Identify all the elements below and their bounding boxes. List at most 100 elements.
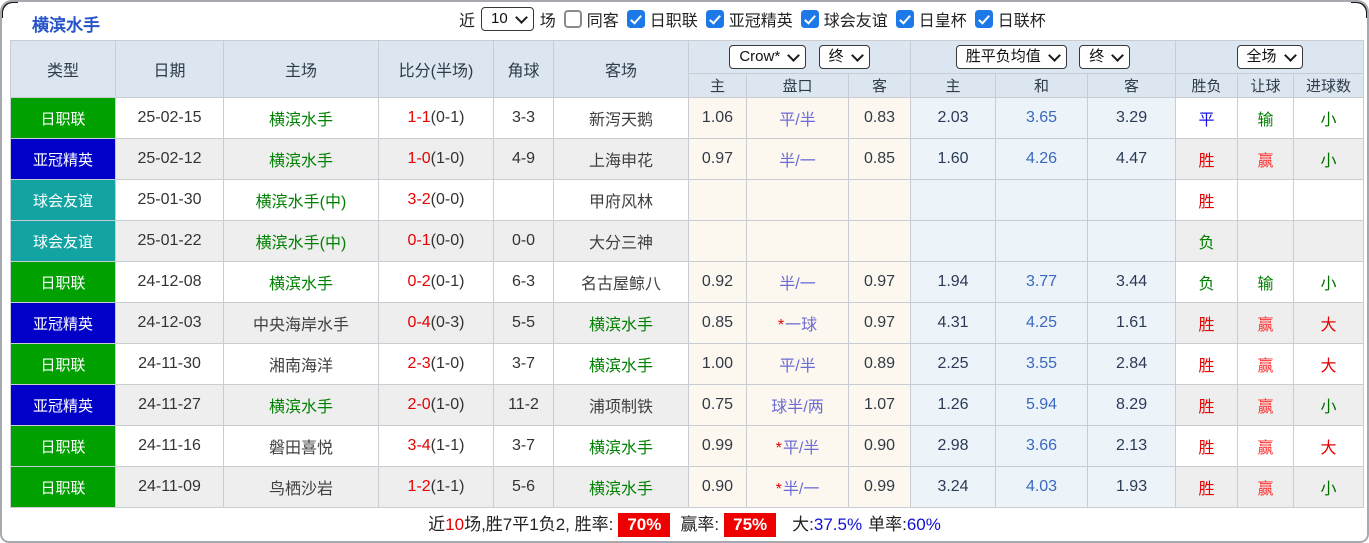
goals-cell: 小 <box>1293 466 1365 508</box>
away-team-cell: 上海申花 <box>553 138 689 180</box>
fulltime-score: 2-0 <box>407 396 431 413</box>
corners-cell: 3-7 <box>493 425 554 467</box>
match-count-value: 10 <box>491 10 508 27</box>
odds-time-select[interactable]: 终 <box>818 45 870 69</box>
home-odds-cell: 0.85 <box>688 302 747 344</box>
league-label: 日皇杯 <box>918 13 967 30</box>
league-label: 日联杯 <box>997 13 1046 30</box>
match-row: 球会友谊 25-01-30 横滨水手(中) 3-2(0-0) 甲府风林胜 <box>10 179 1365 221</box>
avg-away-cell: 1.93 <box>1087 466 1177 508</box>
outcome-cell: 胜 <box>1175 302 1239 344</box>
home-team-cell: 横滨水手(中) <box>223 179 379 221</box>
away-team-cell: 横滨水手 <box>553 343 689 385</box>
handicap-cell: *半/一 <box>746 466 849 508</box>
handicap-value: 平/半 <box>779 112 816 129</box>
corners-cell: 0-0 <box>493 220 554 262</box>
halftime-score: (0-1) <box>430 109 465 126</box>
chevron-down-icon <box>1283 48 1297 62</box>
handicap-value: 半/一 <box>782 481 820 498</box>
avg-away-cell: 1.61 <box>1087 302 1177 344</box>
single-rate-value: 60% <box>906 515 941 534</box>
date-cell: 24-11-27 <box>115 384 224 426</box>
goals-cell <box>1293 179 1365 221</box>
avg-source-value: 胜平负均值 <box>965 48 1041 65</box>
corners-cell: 6-3 <box>493 261 554 303</box>
avg-home-cell: 1.60 <box>910 138 997 180</box>
handicap-result-cell <box>1237 179 1295 221</box>
avg-time-select[interactable]: 终 <box>1079 45 1131 69</box>
avg-draw-cell: 3.77 <box>995 261 1089 303</box>
handicap-rate-label: 赢率: <box>680 515 720 534</box>
outcome-cell: 胜 <box>1175 343 1239 385</box>
table-header: 类型 日期 主场 比分(半场) 角球 客场 Crow* 终 胜平负均值 终 全场 <box>10 40 1365 98</box>
col-header-avg-home: 主 <box>910 73 997 98</box>
fulltime-score: 0-1 <box>407 232 431 249</box>
handicap-result-cell: 输 <box>1237 261 1295 303</box>
league-checkbox[interactable] <box>974 10 993 28</box>
outcome-cell: 胜 <box>1175 425 1239 467</box>
home-team-cell: 横滨水手 <box>223 384 379 426</box>
handicap-result-cell: 输 <box>1237 97 1295 139</box>
avg-home-cell: 2.03 <box>910 97 997 139</box>
result-group-header: 全场 <box>1175 40 1365 74</box>
col-header-goals: 进球数 <box>1293 73 1365 98</box>
league-checkbox[interactable] <box>705 10 724 28</box>
col-header-avg-away: 客 <box>1087 73 1177 98</box>
league-type-cell: 日职联 <box>10 425 116 467</box>
home-odds-cell: 0.99 <box>688 425 747 467</box>
odds-group-header: Crow* 终 <box>687 40 912 74</box>
fulltime-score: 0-2 <box>407 273 431 290</box>
avg-source-select[interactable]: 胜平负均值 <box>955 45 1067 69</box>
league-filter-group: 日职联 亚冠精英 球会友谊 日皇杯 日联杯 <box>621 7 1048 31</box>
avg-draw-cell: 4.26 <box>995 138 1089 180</box>
col-header-type: 类型 <box>10 40 116 98</box>
corners-cell: 3-7 <box>493 343 554 385</box>
league-checkbox[interactable] <box>895 10 914 28</box>
home-team-cell: 鸟栖沙岩 <box>223 466 379 508</box>
outcome-cell: 胜 <box>1175 466 1239 508</box>
chevron-down-icon <box>787 48 801 62</box>
league-type-cell: 日职联 <box>10 343 116 385</box>
avg-draw-cell: 3.66 <box>995 425 1089 467</box>
handicap-result-cell: 赢 <box>1237 425 1295 467</box>
scope-select[interactable]: 全场 <box>1236 45 1303 69</box>
league-checkbox[interactable] <box>626 10 645 28</box>
handicap-value: 平/半 <box>779 358 816 375</box>
away-team-cell: 名古屋鲸八 <box>553 261 689 303</box>
score-cell: 1-1(0-1) <box>378 97 494 139</box>
away-odds-cell: 0.85 <box>847 138 912 180</box>
handicap-rate-badge: 75% <box>724 513 777 537</box>
league-type-cell: 球会友谊 <box>10 220 116 262</box>
league-type-cell: 日职联 <box>10 466 116 508</box>
avg-draw-cell: 3.65 <box>995 97 1089 139</box>
single-rate-label: 单率: <box>868 515 907 534</box>
away-odds-cell: 0.83 <box>847 97 912 139</box>
halftime-score: (1-1) <box>430 478 465 495</box>
goals-cell: 大 <box>1293 343 1365 385</box>
match-history-table: 类型 日期 主场 比分(半场) 角球 客场 Crow* 终 胜平负均值 终 全场 <box>10 40 1365 508</box>
fulltime-score: 1-2 <box>407 478 431 495</box>
avg-away-cell: 2.13 <box>1087 425 1177 467</box>
halftime-score: (0-3) <box>430 314 465 331</box>
goals-cell <box>1293 220 1365 262</box>
date-cell: 24-12-08 <box>115 261 224 303</box>
date-cell: 25-02-12 <box>115 138 224 180</box>
odds-source-select[interactable]: Crow* <box>729 45 807 69</box>
match-count-select[interactable]: 10 <box>481 7 534 31</box>
avg-draw-cell: 3.55 <box>995 343 1089 385</box>
handicap-value: 半/一 <box>779 276 816 293</box>
corners-cell: 4-9 <box>493 138 554 180</box>
league-checkbox[interactable] <box>800 10 819 28</box>
home-team-cell: 磐田喜悦 <box>223 425 379 467</box>
match-row: 日职联 24-11-09 鸟栖沙岩 1-2(1-1) 5-6 横滨水手 0.90 *半/一 0.… <box>10 466 1365 508</box>
avg-home-cell: 2.25 <box>910 343 997 385</box>
outcome-cell: 胜 <box>1175 138 1239 180</box>
match-row: 日职联 24-11-30 湘南海洋 2-3(1-0) 3-7 横滨水手 1.00 平/半 0.8… <box>10 343 1365 385</box>
same-opponent-checkbox[interactable] <box>563 10 582 28</box>
score-cell: 3-4(1-1) <box>378 425 494 467</box>
score-cell: 2-0(1-0) <box>378 384 494 426</box>
match-row: 日职联 25-02-15 横滨水手 1-1(0-1) 3-3 新泻天鹅 1.06 平/半 0.8… <box>10 97 1365 139</box>
away-team-cell: 横滨水手 <box>553 466 689 508</box>
score-cell: 0-2(0-1) <box>378 261 494 303</box>
avg-draw-cell: 4.25 <box>995 302 1089 344</box>
